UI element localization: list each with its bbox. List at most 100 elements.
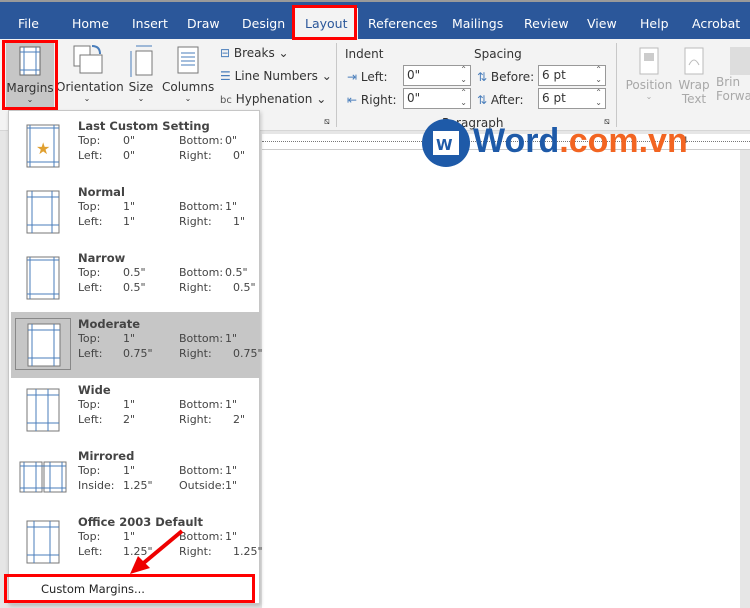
columns-button[interactable]: Columns ⌄ [162,41,214,103]
value: 1" [225,530,238,543]
orientation-button[interactable]: Orientation ⌄ [56,41,124,103]
value: 0.75" [233,347,263,360]
option-name: Mirrored [78,449,135,463]
indent-left-input[interactable]: 0" ⌃ ⌄ [403,65,471,86]
label: Inside: [78,479,115,492]
divider [336,43,337,127]
value: 0.5" [233,281,256,294]
position-label: Position [625,78,673,92]
moderate-margins-icon [15,318,71,370]
tab-design[interactable]: Design [242,16,285,31]
wrap-text-label-2: Text [681,92,707,106]
margin-option-narrow[interactable]: Narrow Top: 0.5" Bottom: 0.5" Left: 0.5"… [11,246,259,312]
value: 0.5" [225,266,248,279]
line-numbers-label: Line Numbers [234,69,318,83]
value: 1" [123,398,136,411]
columns-label: Columns [162,80,215,94]
bring-forward-label-2: Forwa [716,89,750,103]
label: Right: [179,347,212,360]
tab-mailings[interactable]: Mailings [452,16,503,31]
value: 1" [123,200,136,213]
tab-home[interactable]: Home [72,16,109,31]
highlight-box-margins [2,40,58,110]
spacing-after-label: ⇅ After: [477,93,524,107]
spacing-after-text: After: [490,93,524,107]
option-name: Wide [78,383,111,397]
value: 0" [233,149,246,162]
red-arrow [130,529,184,574]
hyphenation-label: Hyphenation [235,92,313,106]
value: 0" [123,134,136,147]
tab-acrobat[interactable]: Acrobat [692,16,740,31]
label: Top: [78,332,101,345]
value: 1" [225,200,238,213]
label: Outside: [179,479,226,492]
page-setup-launcher-icon[interactable]: ⧅ [324,117,330,127]
indent-left-text: Left: [360,70,388,84]
line-numbers-button[interactable]: ☰ Line Numbers ⌄ [220,69,332,83]
value: 0.5" [123,281,146,294]
size-icon [130,45,153,77]
tab-draw[interactable]: Draw [187,16,220,31]
indent-right-input[interactable]: 0" ⌃ ⌄ [403,88,471,109]
label: Left: [78,281,103,294]
chevron-down-icon: ⌄ [184,94,192,103]
tab-help[interactable]: Help [640,16,669,31]
svg-text:★: ★ [36,139,50,158]
size-label: Size [128,80,154,94]
value: 1" [225,464,238,477]
margin-option-normal[interactable]: Normal Top: 1" Bottom: 1" Left: 1" Right… [11,180,259,246]
breaks-button[interactable]: ⊟ Breaks ⌄ [220,46,289,60]
margin-option-moderate[interactable]: Moderate Top: 1" Bottom: 1" Left: 0.75" … [11,312,263,378]
option-name: Narrow [78,251,126,265]
narrow-margins-icon [15,252,71,304]
spinner-arrows-icon[interactable]: ⌃ ⌄ [595,65,602,85]
breaks-label: Breaks [233,46,275,60]
tab-review[interactable]: Review [524,16,569,31]
bring-forward-button[interactable]: Brin Forwa [716,47,750,103]
tab-file[interactable]: File [18,16,39,31]
tab-insert[interactable]: Insert [132,16,168,31]
normal-margins-icon [15,186,71,238]
label: Bottom: [179,266,224,279]
label: Left: [78,149,103,162]
label: Top: [78,530,101,543]
label: Bottom: [179,464,224,477]
label: Top: [78,398,101,411]
value: 1" [225,332,238,345]
margin-option-mirrored[interactable]: Mirrored Top: 1" Bottom: 1" Inside: 1.25… [11,444,259,510]
chevron-down-icon: ⌄ [83,94,91,103]
position-button[interactable]: Position ⌄ [624,47,674,101]
label: Bottom: [179,398,224,411]
value: 1" [123,464,136,477]
indent-right-value: 0" [407,91,421,105]
spacing-before-text: Before: [490,70,535,84]
hyphenation-button[interactable]: bc Hyphenation ⌄ [220,92,326,106]
tab-view[interactable]: View [587,16,617,31]
spacing-after-input[interactable]: 6 pt ⌃ ⌄ [538,88,606,109]
value: 1" [233,215,246,228]
hyphenation-icon: bc [220,95,232,106]
margin-option-wide[interactable]: Wide Top: 1" Bottom: 1" Left: 2" Right: … [11,378,259,444]
value: 2" [123,413,136,426]
wrap-text-button[interactable]: Wrap Text [676,47,712,106]
margin-option-star[interactable]: ★ Last Custom Setting Top: 0" Bottom: 0"… [11,114,259,180]
wrap-text-icon [684,47,704,75]
spinner-arrows-icon[interactable]: ⌃ ⌄ [460,88,467,108]
indent-right-text: Right: [360,93,397,107]
indent-right-label: ⇤ Right: [347,93,397,107]
line-numbers-icon: ☰ [220,69,231,83]
spinner-arrows-icon[interactable]: ⌃ ⌄ [460,65,467,85]
label: Right: [179,413,212,426]
label: Bottom: [179,200,224,213]
value: 1" [225,398,238,411]
spinner-arrows-icon[interactable]: ⌃ ⌄ [595,88,602,108]
spacing-before-input[interactable]: 6 pt ⌃ ⌄ [538,65,606,86]
bring-forward-icon [730,47,750,75]
document-page[interactable] [262,150,740,608]
tab-references[interactable]: References [368,16,437,31]
size-button[interactable]: Size ⌄ [126,41,156,103]
label: Right: [179,215,212,228]
spacing-before-label: ⇅ Before: [477,70,534,84]
mirrored-margins-icon [15,450,71,502]
